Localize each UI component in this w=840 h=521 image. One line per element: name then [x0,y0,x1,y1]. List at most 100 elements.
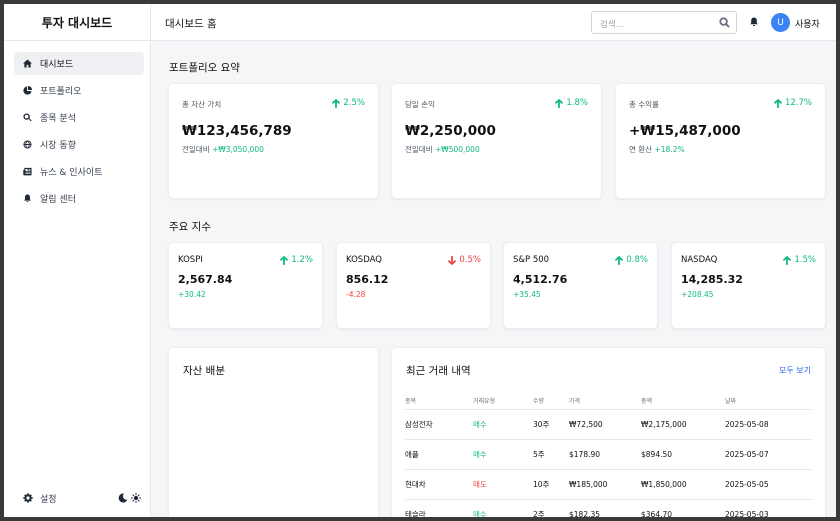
summary-change: 12.7% [774,98,812,108]
arrow-up-icon [280,255,289,265]
summary-label: 당일 손익 [405,100,435,109]
sun-icon[interactable] [131,493,141,503]
summary-sub: 전일대비 +₩500,000 [405,144,480,155]
column-header: 종목 [405,393,473,410]
sidebar-item-label: 대시보드 [40,60,74,70]
asset-allocation-card: 자산 배분 [168,347,379,517]
summary-sub-value: +18.2% [654,145,685,154]
arrow-up-icon [783,255,792,265]
summary-label: 총 자산 가치 [182,100,222,109]
app-window: 투자 대시보드 대시보드 포트폴리오 종목 분석 시장 동향 뉴스 & 인사이트 [4,4,836,517]
cell-price: ₩185,000 [569,469,641,500]
summary-value: +₩15,487,000 [629,123,741,139]
summary-change-value: 2.5% [343,98,365,108]
search-input[interactable] [592,14,712,36]
index-delta: +35.45 [513,290,541,299]
summary-value: ₩2,250,000 [405,123,496,139]
index-card-nasdaq[interactable]: NASDAQ 1.5% 14,285.32 +208.45 [671,242,826,329]
index-value: 856.12 [346,273,389,286]
index-name: KOSPI [178,255,203,265]
avatar[interactable]: U [771,13,790,32]
index-change-value: 1.2% [291,255,313,265]
asset-allocation-title: 자산 배분 [183,365,225,377]
sidebar-item-dashboard[interactable]: 대시보드 [14,52,144,75]
moon-icon[interactable] [118,493,128,503]
portfolio-summary-title: 포트폴리오 요약 [169,62,240,74]
index-change-value: 0.8% [626,255,648,265]
summary-card-daily-pnl: 당일 손익 1.8% ₩2,250,000 전일대비 +₩500,000 [391,83,602,199]
main-content: 포트폴리오 요약 총 자산 가치 2.5% ₩123,456,789 전일대비 … [151,41,836,517]
index-name: KOSDAQ [346,255,382,265]
sidebar-item-label: 뉴스 & 인사이트 [40,168,103,178]
summary-value: ₩123,456,789 [182,123,292,139]
cell-total: $894.50 [641,439,725,470]
sidebar-item-label: 포트폴리오 [40,87,82,97]
index-name: NASDAQ [681,255,718,265]
sidebar-nav: 대시보드 포트폴리오 종목 분석 시장 동향 뉴스 & 인사이트 알림 센터 [4,41,150,210]
view-all-link[interactable]: 모두 보기 [779,365,811,376]
globe-icon [23,140,32,149]
summary-label: 총 수익률 [629,100,659,109]
column-header: 날짜 [725,393,812,410]
cell-name: 테슬라 [405,499,473,517]
table-row[interactable]: 삼성전자 매수 30주 ₩72,500 ₩2,175,000 2025-05-0… [405,409,812,440]
summary-card-total-assets: 총 자산 가치 2.5% ₩123,456,789 전일대비 +₩3,050,0… [168,83,379,199]
cell-date: 2025-05-07 [725,439,812,470]
summary-change: 1.8% [555,98,588,108]
recent-transactions-card: 최근 거래 내역 모두 보기 종목 거래유형 수량 가격 총액 날짜 삼성전자 [391,347,826,517]
search-icon[interactable] [719,17,730,28]
column-header: 거래유형 [473,393,533,410]
cell-qty: 5주 [533,439,569,470]
cell-total: ₩1,850,000 [641,469,725,500]
summary-change: 2.5% [332,98,365,108]
bell-icon [24,194,31,203]
arrow-up-icon [555,98,564,108]
sidebar-item-label: 시장 동향 [40,141,76,151]
pie-chart-icon [23,86,32,95]
index-delta: +30.42 [178,290,206,299]
table-row[interactable]: 테슬라 매수 2주 $182.35 $364.70 2025-05-03 [405,499,812,517]
index-value: 2,567.84 [178,273,233,286]
page-title: 대시보드 홈 [165,18,217,30]
summary-card-total-return: 총 수익률 12.7% +₩15,487,000 연 환산 +18.2% [615,83,826,199]
index-card-kospi[interactable]: KOSPI 1.2% 2,567.84 +30.42 [168,242,323,329]
table-row[interactable]: 애플 매수 5주 $178.90 $894.50 2025-05-07 [405,439,812,470]
sidebar-item-news[interactable]: 뉴스 & 인사이트 [14,160,144,183]
summary-sub-label: 전일대비 [182,145,210,154]
index-card-sp500[interactable]: S&P 500 0.8% 4,512.76 +35.45 [503,242,658,329]
index-name: S&P 500 [513,255,550,265]
summary-sub-label: 연 환산 [629,145,653,154]
major-indices-title: 주요 지수 [169,221,211,233]
summary-sub-value: +₩3,050,000 [212,145,264,154]
user-name[interactable]: 사용자 [795,17,820,30]
cell-price: $182.35 [569,499,641,517]
recent-transactions-title: 최근 거래 내역 [406,365,471,377]
sidebar-item-market-trends[interactable]: 시장 동향 [14,133,144,156]
theme-toggle[interactable] [118,493,141,503]
table-row[interactable]: 현대차 매도 10주 ₩185,000 ₩1,850,000 2025-05-0… [405,469,812,500]
sidebar: 투자 대시보드 대시보드 포트폴리오 종목 분석 시장 동향 뉴스 & 인사이트 [4,4,151,517]
sidebar-item-portfolio[interactable]: 포트폴리오 [14,79,144,102]
newspaper-icon [23,167,32,176]
sidebar-item-stock-analysis[interactable]: 종목 분석 [14,106,144,129]
topbar: 대시보드 홈 U 사용자 [151,4,836,41]
table-header-row: 종목 거래유형 수량 가격 총액 날짜 [405,393,812,410]
search-box [591,11,737,36]
cell-total: ₩2,175,000 [641,409,725,440]
index-card-kosdaq[interactable]: KOSDAQ 0.5% 856.12 -4.28 [336,242,491,329]
settings-link[interactable]: 설정 [40,492,57,505]
index-delta: +208.45 [681,290,714,299]
summary-sub: 전일대비 +₩3,050,000 [182,144,264,155]
index-change-value: 1.5% [794,255,816,265]
index-change: 0.5% [448,255,481,265]
arrow-down-icon [448,255,457,265]
cell-name: 애플 [405,439,473,470]
cell-qty: 2주 [533,499,569,517]
arrow-up-icon [615,255,624,265]
index-change: 0.8% [615,255,648,265]
sidebar-item-alerts[interactable]: 알림 센터 [14,187,144,210]
index-change: 1.2% [280,255,313,265]
notification-bell-icon[interactable] [749,17,759,27]
cell-price: $178.90 [569,439,641,470]
summary-change-value: 1.8% [566,98,588,108]
